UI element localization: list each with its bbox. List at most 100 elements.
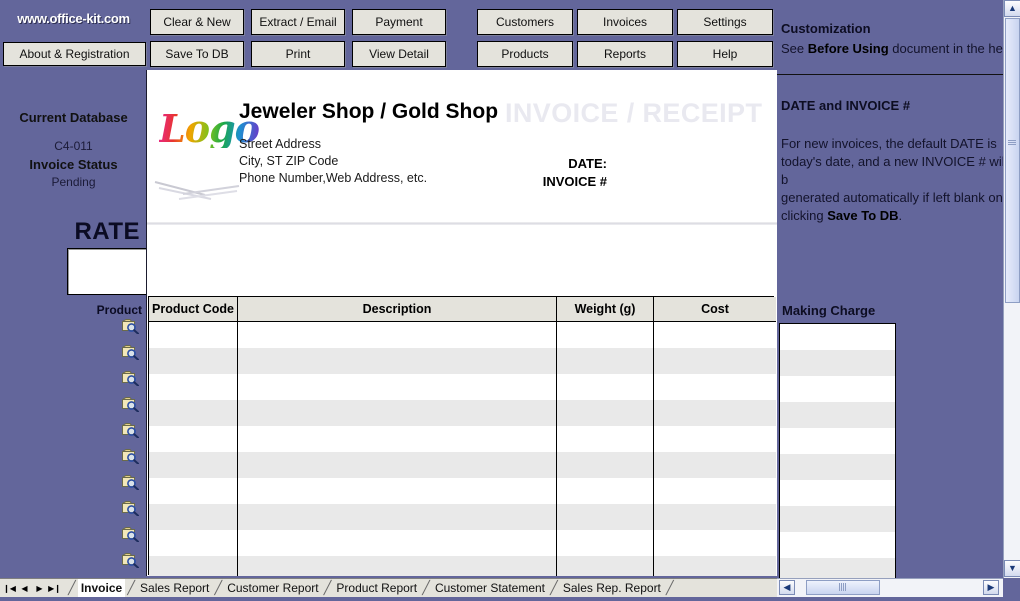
table-row <box>149 530 776 556</box>
column-header-weight-g[interactable]: Weight (g) <box>556 297 654 322</box>
about-registration-button[interactable]: About & Registration <box>3 42 146 66</box>
making-charge-cell[interactable] <box>780 324 895 350</box>
company-name[interactable]: Jeweler Shop / Gold Shop <box>239 100 498 124</box>
product-lookup-icon[interactable] <box>122 319 139 334</box>
cell-cost[interactable] <box>653 478 776 504</box>
cell-product-code[interactable] <box>149 478 238 504</box>
column-header-description[interactable]: Description <box>237 297 557 322</box>
tab-customer-report[interactable]: Customer Report <box>224 579 321 597</box>
cell-product-code[interactable] <box>149 504 238 530</box>
save-to-db-button[interactable]: Save To DB <box>150 41 244 67</box>
company-address[interactable]: Street Address City, ST ZIP Code Phone N… <box>239 136 427 187</box>
cell-description[interactable] <box>237 374 557 400</box>
making-charge-cell[interactable] <box>780 428 895 454</box>
cell-weight-g[interactable] <box>556 530 654 556</box>
scroll-up-button[interactable]: ▲ <box>1004 0 1020 17</box>
cell-product-code[interactable] <box>149 400 238 426</box>
cell-description[interactable] <box>237 452 557 478</box>
cell-product-code[interactable] <box>149 452 238 478</box>
product-lookup-icon[interactable] <box>122 371 139 386</box>
products-button[interactable]: Products <box>477 41 573 67</box>
print-button[interactable]: Print <box>251 41 345 67</box>
making-charge-cell[interactable] <box>780 376 895 402</box>
making-charge-cell[interactable] <box>780 532 895 558</box>
product-lookup-icon[interactable] <box>122 527 139 542</box>
cell-weight-g[interactable] <box>556 348 654 374</box>
scroll-left-button[interactable]: ◀ <box>779 580 795 595</box>
tab-product-report[interactable]: Product Report <box>333 579 420 597</box>
cell-description[interactable] <box>237 556 557 576</box>
invoices-button[interactable]: Invoices <box>577 9 673 35</box>
first-record-button[interactable]: ❙◀ <box>2 581 17 595</box>
making-charge-cell[interactable] <box>780 506 895 532</box>
scroll-down-button[interactable]: ▼ <box>1004 560 1020 577</box>
cell-cost[interactable] <box>653 348 776 374</box>
office-kit-logo: www.office-kit.com <box>4 5 143 32</box>
cell-product-code[interactable] <box>149 530 238 556</box>
cell-cost[interactable] <box>653 556 776 576</box>
cell-description[interactable] <box>237 478 557 504</box>
making-charge-cell[interactable] <box>780 350 895 376</box>
logo-swoosh-icon <box>154 181 240 200</box>
cell-cost[interactable] <box>653 321 776 348</box>
reports-button[interactable]: Reports <box>577 41 673 67</box>
product-lookup-icon[interactable] <box>122 345 139 360</box>
cell-product-code[interactable] <box>149 556 238 576</box>
extract-email-button[interactable]: Extract / Email <box>251 9 345 35</box>
cell-weight-g[interactable] <box>556 452 654 478</box>
cell-weight-g[interactable] <box>556 400 654 426</box>
cell-product-code[interactable] <box>149 321 238 348</box>
tab-sales-rep-report[interactable]: Sales Rep. Report <box>560 579 664 597</box>
cell-product-code[interactable] <box>149 374 238 400</box>
cell-description[interactable] <box>237 348 557 374</box>
making-charge-cell[interactable] <box>780 454 895 480</box>
horizontal-scrollbar[interactable]: ◀ ▶ <box>777 578 1003 597</box>
column-header-cost[interactable]: Cost <box>653 297 776 322</box>
cell-product-code[interactable] <box>149 426 238 452</box>
tab-invoice[interactable]: Invoice <box>77 579 126 597</box>
product-lookup-icon[interactable] <box>122 475 139 490</box>
cell-description[interactable] <box>237 400 557 426</box>
tab-customer-statement[interactable]: Customer Statement <box>432 579 548 597</box>
cell-weight-g[interactable] <box>556 426 654 452</box>
cell-cost[interactable] <box>653 530 776 556</box>
cell-weight-g[interactable] <box>556 504 654 530</box>
cell-cost[interactable] <box>653 426 776 452</box>
cell-cost[interactable] <box>653 374 776 400</box>
cell-product-code[interactable] <box>149 348 238 374</box>
cell-cost[interactable] <box>653 452 776 478</box>
cell-description[interactable] <box>237 426 557 452</box>
cell-description[interactable] <box>237 530 557 556</box>
product-lookup-icon[interactable] <box>122 397 139 412</box>
payment-button[interactable]: Payment <box>352 9 446 35</box>
rate-input[interactable] <box>67 248 147 295</box>
cell-cost[interactable] <box>653 400 776 426</box>
cell-cost[interactable] <box>653 504 776 530</box>
product-lookup-icon[interactable] <box>122 553 139 568</box>
cell-weight-g[interactable] <box>556 478 654 504</box>
product-lookup-icon[interactable] <box>122 423 139 438</box>
vertical-scrollbar-thumb[interactable] <box>1005 18 1020 303</box>
customers-button[interactable]: Customers <box>477 9 573 35</box>
help-button[interactable]: Help <box>677 41 773 67</box>
prev-record-button[interactable]: ◀ <box>17 581 32 595</box>
cell-description[interactable] <box>237 321 557 348</box>
tab-sales-report[interactable]: Sales Report <box>137 579 212 597</box>
next-record-button[interactable]: ▶ <box>32 581 47 595</box>
view-detail-button[interactable]: View Detail <box>352 41 446 67</box>
cell-weight-g[interactable] <box>556 556 654 576</box>
making-charge-cell[interactable] <box>780 402 895 428</box>
clear-new-button[interactable]: Clear & New <box>150 9 244 35</box>
scroll-right-button[interactable]: ▶ <box>983 580 999 595</box>
settings-button[interactable]: Settings <box>677 9 773 35</box>
cell-description[interactable] <box>237 504 557 530</box>
cell-weight-g[interactable] <box>556 374 654 400</box>
cell-weight-g[interactable] <box>556 321 654 348</box>
last-record-button[interactable]: ▶❙ <box>47 581 62 595</box>
making-charge-cell[interactable] <box>780 480 895 506</box>
vertical-scrollbar[interactable]: ▲ ▼ <box>1003 0 1020 578</box>
product-lookup-icon[interactable] <box>122 501 139 516</box>
making-charge-cell[interactable] <box>780 558 895 578</box>
product-lookup-icon[interactable] <box>122 449 139 464</box>
column-header-product-code[interactable]: Product Code <box>149 297 238 322</box>
